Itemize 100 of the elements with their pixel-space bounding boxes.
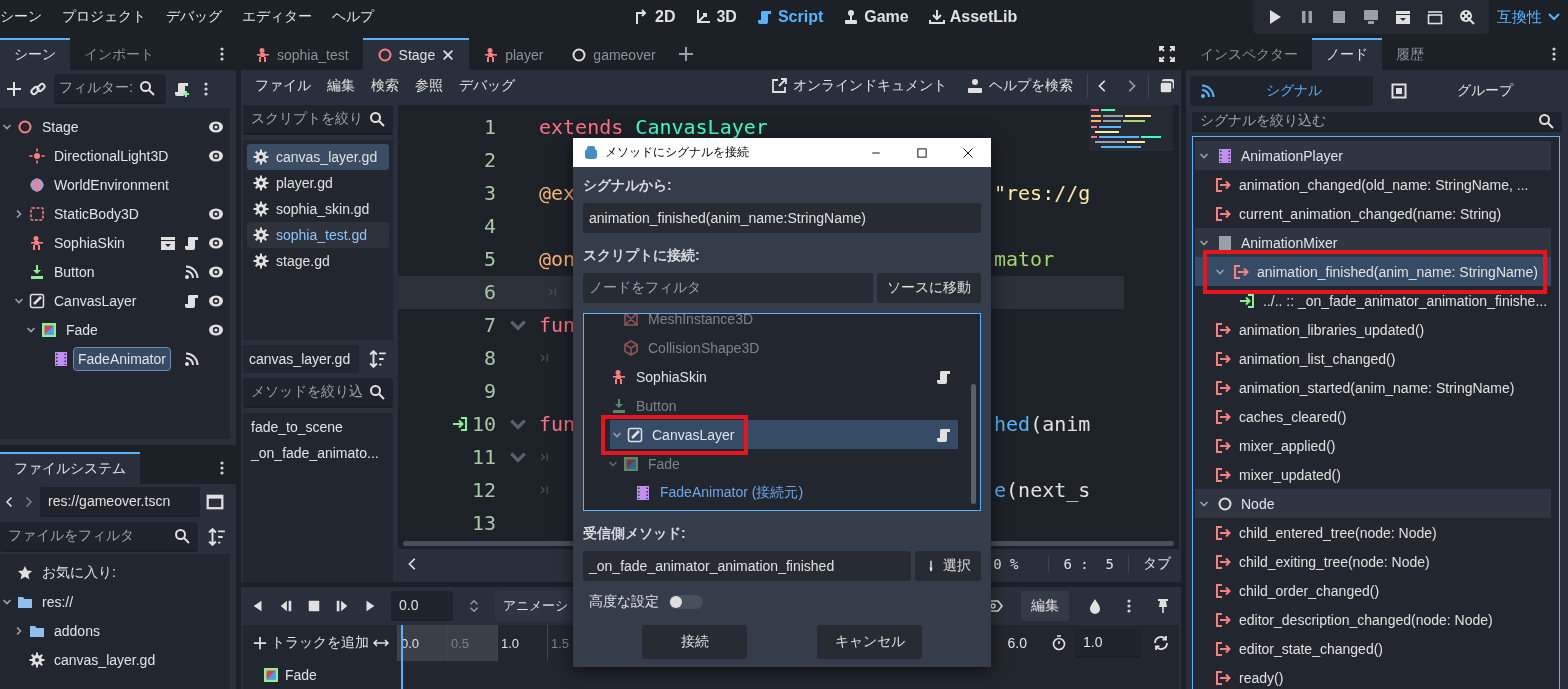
add-script-icon[interactable] <box>174 81 190 97</box>
scene-tab[interactable]: player <box>469 38 558 70</box>
tree-item[interactable]: Button <box>594 391 958 420</box>
indent-mode[interactable]: タブ <box>1128 554 1171 573</box>
menu-item[interactable]: 検索 <box>363 73 407 100</box>
edit-button[interactable]: 編集 <box>1021 591 1069 621</box>
workspace-tab[interactable]: 3D <box>695 8 737 26</box>
time-field[interactable]: 0.0 <box>391 591 453 621</box>
tree-item[interactable]: FadeAnimator (接続元) <box>594 478 958 507</box>
fullscreen-icon[interactable] <box>1159 45 1175 62</box>
script-item[interactable]: player.gd <box>247 169 389 196</box>
spinner-icon[interactable] <box>467 598 481 614</box>
file-item[interactable]: res:// <box>0 587 230 616</box>
sub-tab[interactable]: シグナル <box>1190 76 1373 106</box>
play-backwards-icon[interactable] <box>251 599 265 613</box>
onion-icon[interactable] <box>1087 598 1103 614</box>
menu-item[interactable]: デバッグ <box>451 73 523 100</box>
docs-button[interactable]: オンラインドキュメント <box>765 73 953 100</box>
zoom-level[interactable]: 0 % <box>993 555 1019 572</box>
search-icon[interactable] <box>369 383 385 400</box>
signal-item[interactable]: child_exiting_tree(node: Node) <box>1195 547 1551 576</box>
menu-item[interactable]: ヘルプ <box>332 4 374 30</box>
search-icon[interactable] <box>369 110 385 127</box>
menu-item[interactable]: プロジェクト <box>62 4 146 30</box>
script-item[interactable]: canvas_layer.gd <box>247 143 389 170</box>
scene-tab[interactable]: sophia_test <box>241 38 363 70</box>
script-icon[interactable] <box>184 234 200 251</box>
stopwatch-icon[interactable] <box>1051 635 1067 651</box>
signal-item[interactable]: current_animation_changed(name: String) <box>1195 199 1551 228</box>
signal-item[interactable]: animation_libraries_updated() <box>1195 315 1551 344</box>
tree-item[interactable]: Stage <box>0 112 230 141</box>
signal-item[interactable]: editor_description_changed(node: Node) <box>1195 605 1551 634</box>
script-icon[interactable] <box>936 426 952 443</box>
loop-icon[interactable] <box>1153 635 1169 651</box>
menu-item[interactable]: ファイル <box>247 73 319 100</box>
menu-item[interactable]: 参照 <box>407 73 451 100</box>
tree-item[interactable]: CanvasLayer <box>0 286 230 315</box>
sub-tab[interactable]: グループ <box>1381 76 1564 106</box>
dock-tab[interactable]: インスペクター <box>1186 38 1312 70</box>
filter-field[interactable]: スクリプトを絞り <box>243 104 393 135</box>
dock-tab[interactable]: シーン <box>0 38 70 70</box>
animation-dropdown[interactable]: アニメーシ <box>495 591 572 621</box>
file-item[interactable]: お気に入り: <box>0 558 230 587</box>
window-icon[interactable] <box>206 493 224 511</box>
class-header[interactable]: Node <box>1195 489 1551 518</box>
add-track-button[interactable]: トラックを追加 <box>243 633 373 653</box>
signal-item[interactable]: mixer_applied() <box>1195 431 1551 460</box>
tree-item[interactable]: DirectionalLight3D <box>0 141 230 170</box>
stop-icon[interactable] <box>307 599 321 613</box>
signal-item[interactable]: child_order_changed() <box>1195 576 1551 605</box>
signal-item[interactable]: animation_started(anim_name: StringName) <box>1195 373 1551 402</box>
signal-icon[interactable] <box>184 350 200 367</box>
path-field[interactable]: res://gameover.tscn <box>40 487 200 517</box>
signal-item[interactable]: caches_cleared() <box>1195 402 1551 431</box>
tree-item[interactable]: WorldEnvironment <box>0 170 230 199</box>
step-forward-icon[interactable] <box>335 599 349 613</box>
signal-icon[interactable] <box>184 263 200 280</box>
dock-tab[interactable]: ファイルシステム <box>0 452 140 484</box>
minimap-drawing[interactable] <box>1089 104 1173 151</box>
file-item[interactable]: canvas_layer.gd <box>0 645 230 674</box>
signal-item[interactable]: animation_changed(old_name: StringName, ... <box>1195 170 1551 199</box>
tree-item[interactable]: Button <box>0 257 230 286</box>
filter-field[interactable]: メソッドを絞り込 <box>243 377 393 408</box>
pick-button[interactable]: 選択 <box>915 551 981 581</box>
go-to-source-button[interactable]: ソースに移動 <box>877 273 981 303</box>
play-icon[interactable] <box>1267 9 1283 25</box>
search-icon[interactable] <box>174 528 190 544</box>
class-header[interactable]: AnimationPlayer <box>1195 141 1551 170</box>
tree-item[interactable]: SophiaSkin <box>594 362 958 391</box>
pin-icon[interactable] <box>1155 598 1171 614</box>
dialog-button[interactable]: 接続 <box>642 625 747 659</box>
signal-item[interactable]: child_entered_tree(node: Node) <box>1195 518 1551 547</box>
tree-item[interactable]: SophiaSkin <box>0 228 230 257</box>
track-row[interactable]: Fade <box>243 661 1179 689</box>
stop-icon[interactable] <box>1331 9 1347 25</box>
workspace-tab[interactable]: Game <box>843 8 909 26</box>
filter-field[interactable]: シグナルを絞り込む <box>1192 112 1562 132</box>
filter-field[interactable]: フィルター: <box>54 74 166 104</box>
dock-tab[interactable]: インポート <box>70 38 168 70</box>
script-item[interactable]: sophia_skin.gd <box>247 195 389 222</box>
plus-icon[interactable] <box>677 45 694 62</box>
tree-item[interactable]: FadeAnimator <box>0 344 230 373</box>
signal-item[interactable]: ../.. :: _on_fade_animator_animation_finishe... <box>1195 286 1551 315</box>
renderer-select[interactable]: 互換性 <box>1497 7 1562 27</box>
search-icon[interactable] <box>138 80 155 96</box>
close-icon[interactable] <box>441 47 456 62</box>
method-item[interactable]: fade_to_scene <box>251 418 385 435</box>
tree-item[interactable]: Fade <box>594 449 958 478</box>
menu-item[interactable]: 編集 <box>319 73 363 100</box>
length-field[interactable]: 1.0 <box>1075 628 1141 658</box>
dialog-button[interactable]: キャンセル <box>817 625 922 659</box>
workspace-tab[interactable]: 2D <box>634 8 676 26</box>
dock-tab[interactable]: ノード <box>1312 38 1382 70</box>
method-item[interactable]: _on_fade_animato... <box>251 444 385 461</box>
signal-item[interactable]: mixer_updated() <box>1195 460 1551 489</box>
scene-tab[interactable]: Stage <box>362 38 470 70</box>
dock-tab[interactable]: 履歴 <box>1382 38 1438 70</box>
film-reel-icon[interactable] <box>1459 9 1475 25</box>
signal-item[interactable]: animation_list_changed() <box>1195 344 1551 373</box>
menu-item[interactable]: シーン <box>0 4 42 30</box>
